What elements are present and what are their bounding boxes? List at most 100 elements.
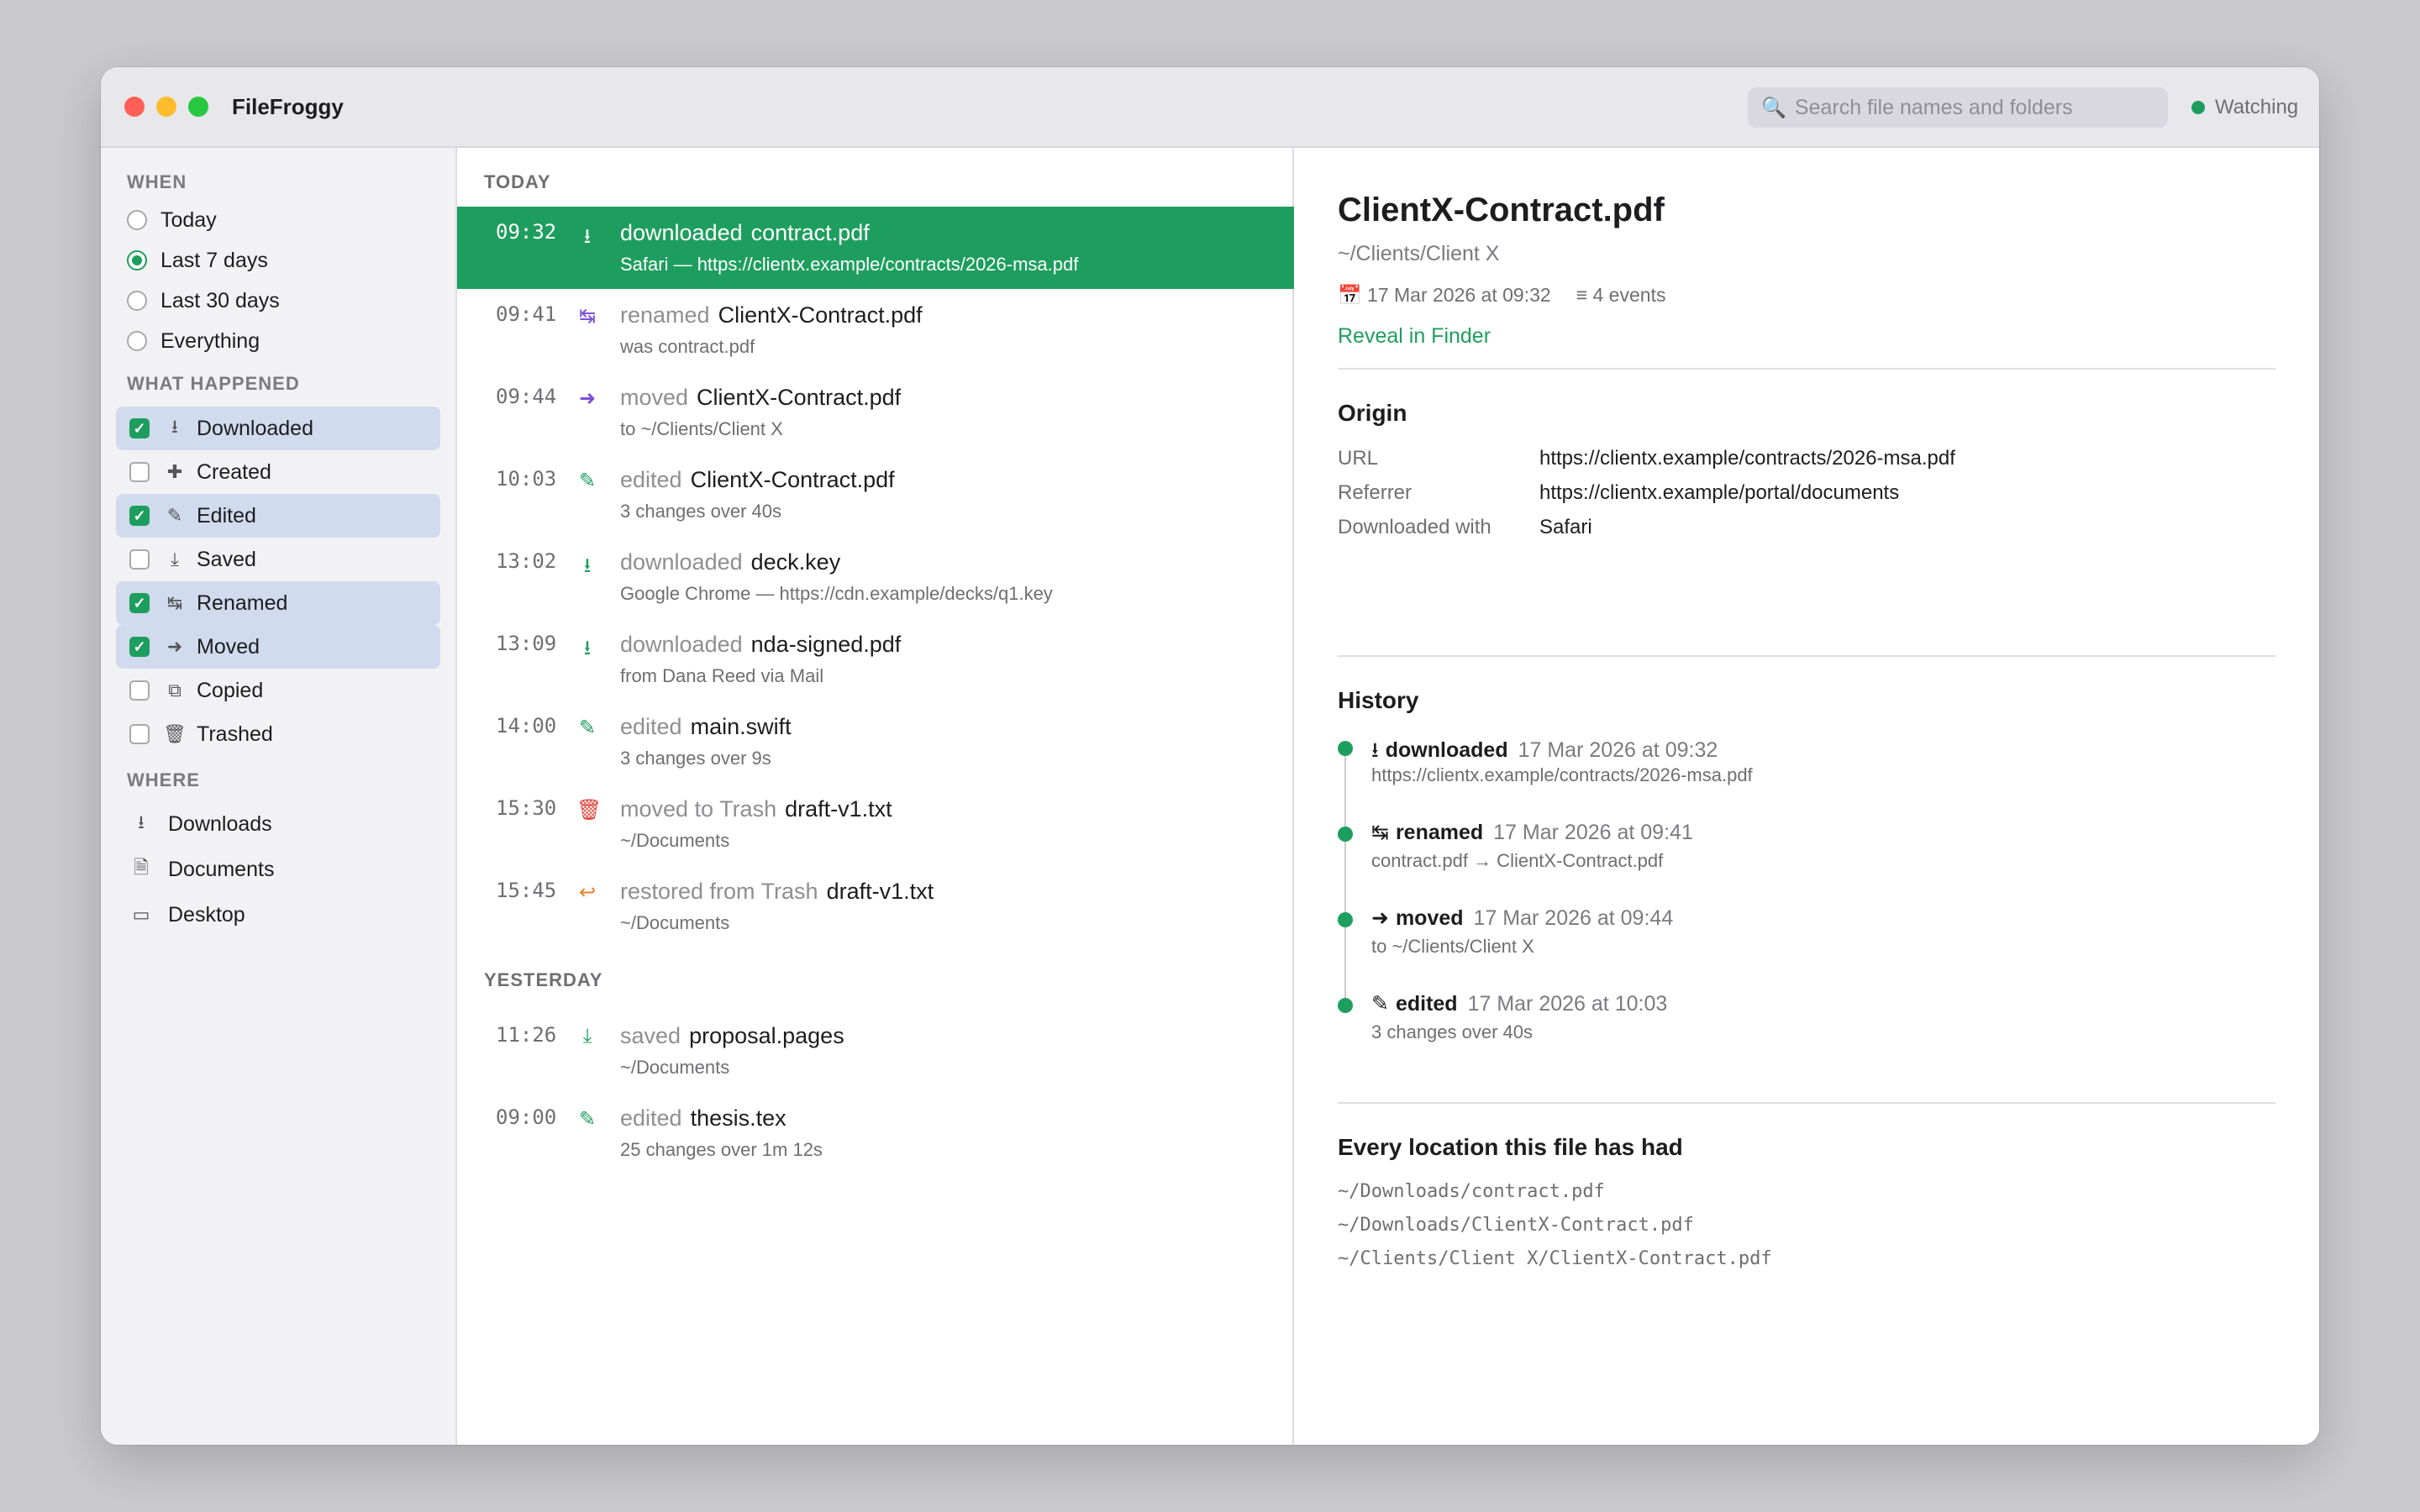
what-happened-heading: WHAT HAPPENED: [127, 373, 300, 394]
where-desktop[interactable]: ▭ Desktop: [116, 892, 440, 937]
event-file-name: contract.pdf: [750, 220, 870, 245]
filter-label: Downloaded: [197, 416, 313, 440]
event-detail: was contract.pdf: [620, 336, 755, 357]
when-option-today[interactable]: Today: [116, 200, 440, 240]
where-documents[interactable]: 🗎 Documents: [116, 847, 440, 892]
filter-saved[interactable]: ⤓ Saved: [116, 538, 440, 581]
radio-button[interactable]: [127, 250, 147, 270]
timeline-event[interactable]: 10:03 ✎ edited ClientX-Contract.pdf 3 change…: [457, 454, 1294, 536]
close-window-button[interactable]: [124, 97, 145, 117]
event-action: edited: [620, 1105, 682, 1131]
event-summary: downloaded nda-signed.pdf: [620, 632, 901, 658]
filter-copied[interactable]: ⧉ Copied: [116, 669, 440, 712]
reveal-in-finder-link[interactable]: Reveal in Finder: [1338, 324, 1491, 349]
renamed-icon: ↹: [166, 592, 183, 613]
origin-heading: Origin: [1338, 400, 1407, 426]
renamed-icon: ↹: [1371, 821, 1389, 844]
checkbox[interactable]: [129, 680, 150, 701]
saved-icon: ⤓: [171, 549, 179, 570]
event-time: 09:00: [496, 1105, 557, 1129]
radio-button[interactable]: [127, 331, 147, 351]
timeline-event[interactable]: 11:26 ⤓ saved proposal.pages ~/Documents: [457, 1010, 1294, 1092]
origin-row: URL https://clientx.example/contracts/202…: [1338, 447, 1955, 470]
search-box[interactable]: 🔍: [1748, 87, 2168, 128]
search-input[interactable]: [1794, 95, 2148, 120]
locations-heading: Every location this file has had: [1338, 1134, 1683, 1160]
event-action: edited: [620, 467, 682, 492]
downloaded-icon: ⭳: [583, 225, 592, 248]
history-dot-icon: [1338, 912, 1353, 927]
timeline-event[interactable]: 09:44 ➜ moved ClientX-Contract.pdf to ~/Clie…: [457, 371, 1294, 454]
filter-renamed[interactable]: ✓ ↹ Renamed: [116, 581, 440, 625]
history-dot-icon: [1338, 741, 1353, 756]
history-summary: ➜ moved 17 Mar 2026 at 09:44: [1371, 906, 1673, 931]
downloads-folder-icon: ⭳: [138, 811, 145, 832]
event-file-name: main.swift: [690, 714, 792, 739]
history-connector: [1344, 842, 1346, 912]
origin-value: Safari: [1539, 516, 1592, 538]
radio-button[interactable]: [127, 210, 147, 230]
checkbox[interactable]: ✓: [129, 637, 150, 657]
event-time: 09:32: [496, 220, 557, 244]
checkbox[interactable]: [129, 724, 150, 744]
event-file-name: ClientX-Contract.pdf: [718, 302, 923, 328]
event-summary: edited main.swift: [620, 714, 792, 740]
file-path: ~/Clients/Client X: [1338, 242, 1500, 265]
timeline-event[interactable]: 09:32 ⭳ downloaded contract.pdf Safari — htt…: [457, 207, 1294, 289]
event-time: 09:44: [496, 385, 557, 408]
filter-label: Trashed: [197, 722, 273, 746]
checkbox[interactable]: [129, 462, 150, 482]
history-connector: [1344, 756, 1346, 827]
moved-icon: ➜: [166, 636, 183, 657]
timeline-event[interactable]: 13:02 ⭳ downloaded deck.key Google Chrome — …: [457, 536, 1294, 618]
when-option-last-7-days[interactable]: Last 7 days: [116, 240, 440, 281]
status-dot-icon: [2191, 101, 2205, 114]
event-detail: 3 changes over 40s: [620, 501, 782, 522]
yesterday-heading: YESTERDAY: [484, 969, 603, 990]
minimize-window-button[interactable]: [156, 97, 176, 117]
checkbox[interactable]: ✓: [129, 418, 150, 438]
timeline-event[interactable]: 15:30 🗑 moved to Trash draft-v1.txt ~/Docume…: [457, 783, 1294, 865]
maximize-window-button[interactable]: [188, 97, 208, 117]
history-action: edited: [1395, 992, 1458, 1016]
event-summary: saved proposal.pages: [620, 1023, 844, 1049]
history-action: downloaded: [1385, 738, 1508, 762]
location-path: ~/Downloads/contract.pdf: [1338, 1181, 1605, 1202]
event-file-name: proposal.pages: [689, 1023, 844, 1048]
where-downloads[interactable]: ⭳ Downloads: [116, 801, 440, 847]
filter-trashed[interactable]: 🗑 Trashed: [116, 712, 440, 756]
when-option-label: Last 7 days: [160, 248, 268, 272]
timeline-event[interactable]: 09:00 ✎ edited thesis.tex 25 changes over 1m…: [457, 1092, 1294, 1174]
timeline-event[interactable]: 13:09 ⭳ downloaded nda-signed.pdf from Dana …: [457, 618, 1294, 701]
event-action: restored from Trash: [620, 879, 818, 904]
checkbox[interactable]: [129, 549, 150, 570]
filter-edited[interactable]: ✓ ✎ Edited: [116, 494, 440, 538]
timeline-event[interactable]: 09:41 ↹ renamed ClientX-Contract.pdf was con…: [457, 289, 1294, 371]
title-bar: FileFroggy 🔍 Watching: [101, 67, 2319, 148]
filter-downloaded[interactable]: ✓ ⭳ Downloaded: [116, 407, 440, 450]
when-option-everything[interactable]: Everything: [116, 321, 440, 361]
radio-button[interactable]: [127, 291, 147, 311]
renamed-icon: ↹: [578, 305, 597, 328]
timeline-event[interactable]: 15:45 ↩ restored from Trash draft-v1.txt ~/D…: [457, 865, 1294, 948]
location-path: ~/Clients/Client X/ClientX-Contract.pdf: [1338, 1248, 1772, 1269]
checkbox[interactable]: ✓: [129, 506, 150, 526]
event-file-name: draft-v1.txt: [826, 879, 934, 904]
event-file-name: draft-v1.txt: [785, 796, 892, 822]
filter-label: Created: [197, 459, 271, 484]
filter-moved[interactable]: ✓ ➜ Moved: [116, 625, 440, 669]
when-option-last-30-days[interactable]: Last 30 days: [116, 281, 440, 321]
downloaded-icon: ⭳: [583, 637, 592, 659]
history-time: 17 Mar 2026 at 10:03: [1467, 992, 1668, 1016]
event-action: downloaded: [620, 632, 743, 657]
timeline-event[interactable]: 14:00 ✎ edited main.swift 3 changes over 9s: [457, 701, 1294, 783]
event-summary: restored from Trash draft-v1.txt: [620, 879, 934, 905]
filter-created[interactable]: ✚ Created: [116, 450, 440, 494]
event-action: renamed: [620, 302, 710, 328]
edited-icon: ✎: [578, 717, 597, 739]
history-action: moved: [1395, 906, 1464, 930]
where-heading: WHERE: [127, 769, 200, 790]
origin-value: https://clientx.example/contracts/2026-m…: [1539, 447, 1955, 470]
origin-key: Downloaded with: [1338, 516, 1491, 538]
checkbox[interactable]: ✓: [129, 593, 150, 613]
